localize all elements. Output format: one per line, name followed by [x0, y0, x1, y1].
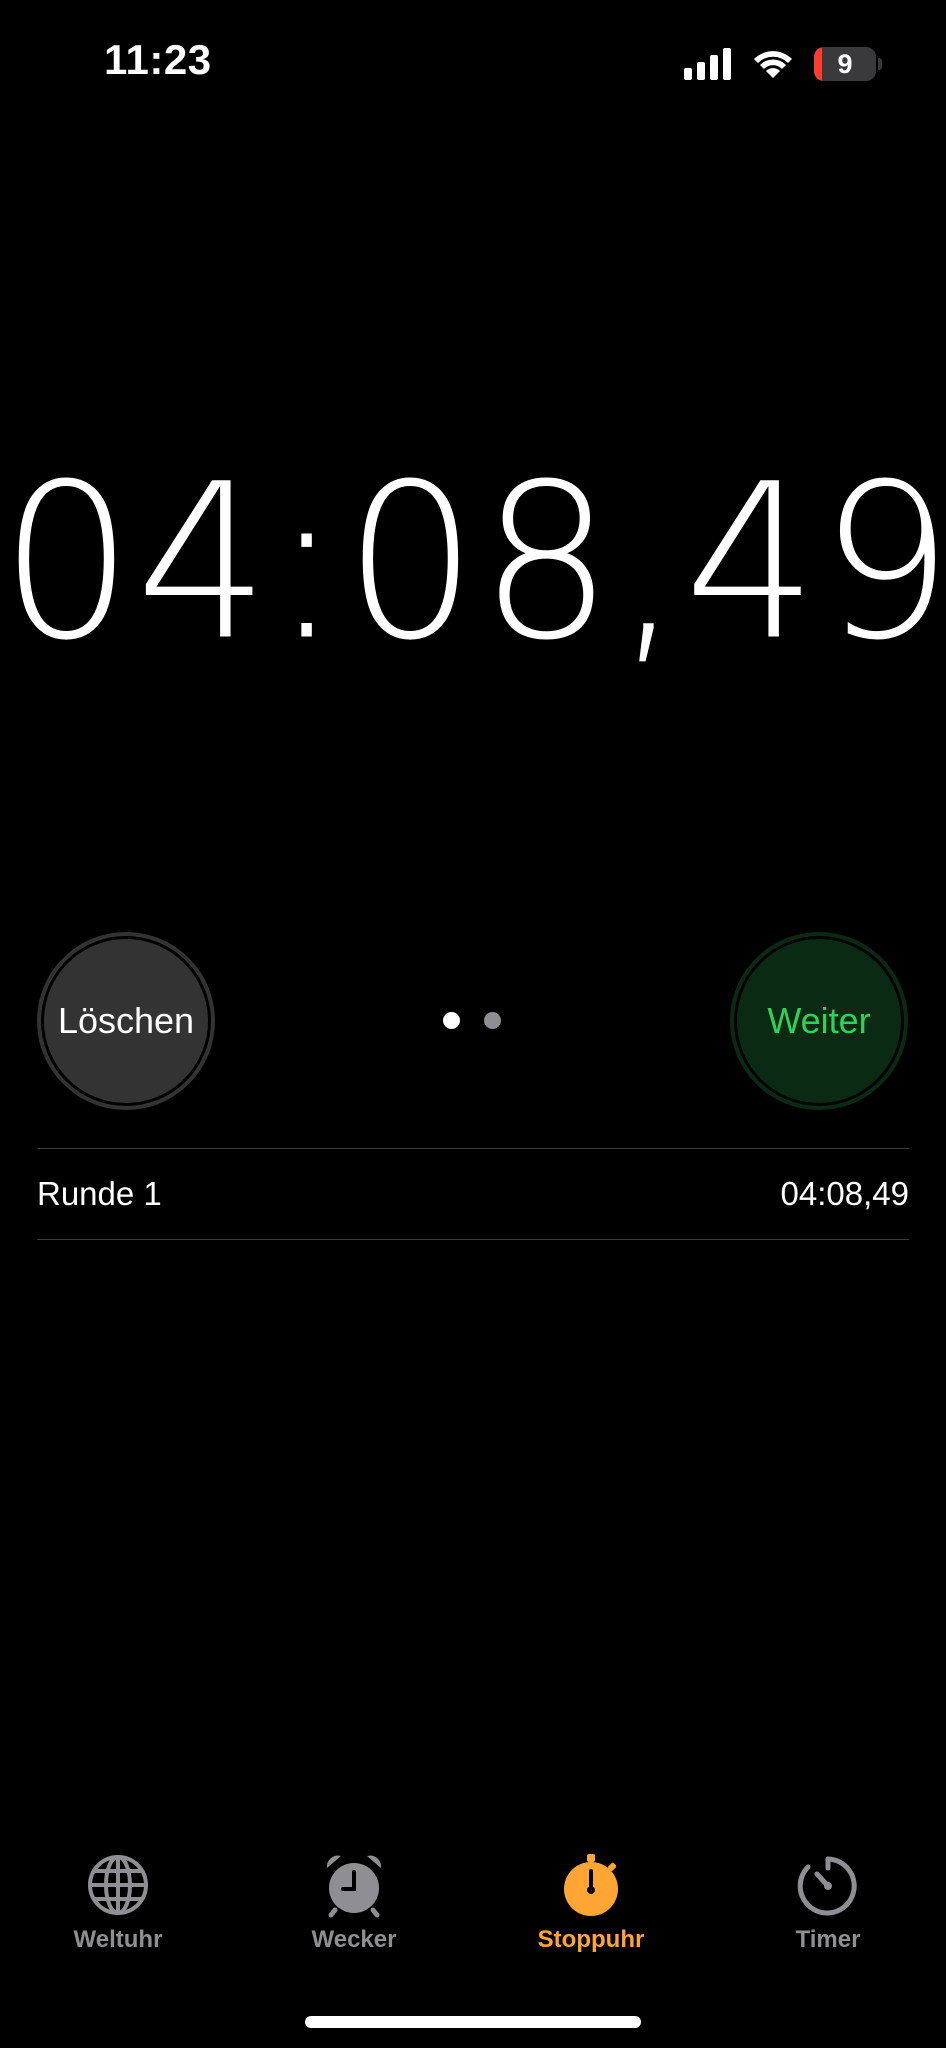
tab-wecker[interactable]: Wecker: [254, 1852, 454, 1954]
tab-label: Timer: [795, 1926, 861, 1953]
wifi-icon: [754, 51, 792, 78]
page-dot-2[interactable]: [484, 1012, 501, 1029]
alarm-clock-icon: [326, 1855, 382, 1918]
tab-weltuhr[interactable]: Weltuhr: [18, 1852, 218, 1954]
resume-button-label: Weiter: [767, 1000, 871, 1041]
battery-cap: [878, 58, 882, 70]
lap-time: 04:08,49: [780, 1175, 909, 1212]
lap-list: Runde 1 04:08,49: [37, 1148, 909, 1240]
timer-icon: [797, 1856, 857, 1916]
lap-row: Runde 1 04:08,49: [37, 1149, 909, 1239]
tab-timer[interactable]: Timer: [728, 1852, 928, 1954]
home-indicator[interactable]: [305, 2016, 641, 2028]
tab-label: Weltuhr: [73, 1926, 163, 1953]
tab-label: Wecker: [311, 1926, 397, 1953]
page-indicator[interactable]: [443, 1012, 501, 1029]
clear-button-label: Löschen: [57, 1000, 195, 1041]
battery-percentage: 9: [837, 48, 853, 79]
status-time: 11:23: [104, 36, 212, 83]
page-dot-1[interactable]: [443, 1012, 460, 1029]
lap-divider: [37, 1239, 909, 1240]
battery-level-fill: [814, 47, 822, 81]
resume-button[interactable]: Weiter: [730, 932, 908, 1110]
tab-stoppuhr[interactable]: Stoppuhr: [491, 1852, 691, 1954]
clear-button[interactable]: Löschen: [37, 932, 215, 1110]
tab-label: Stoppuhr: [537, 1926, 645, 1953]
battery-icon: 9: [814, 47, 876, 81]
lap-label: Runde 1: [37, 1175, 162, 1212]
cellular-signal-icon: [684, 48, 731, 80]
stopwatch-icon: [564, 1854, 618, 1916]
tab-bar: Weltuhr Wecker Stoppuhr Timer: [0, 1852, 946, 1962]
status-icons: 9: [684, 44, 882, 84]
globe-icon: [88, 1855, 148, 1915]
stopwatch-screen: 11:23 9 04:08,49 Löschen Weiter Runde 1 …: [0, 0, 946, 2048]
stopwatch-display: 04:08,49: [0, 437, 946, 688]
